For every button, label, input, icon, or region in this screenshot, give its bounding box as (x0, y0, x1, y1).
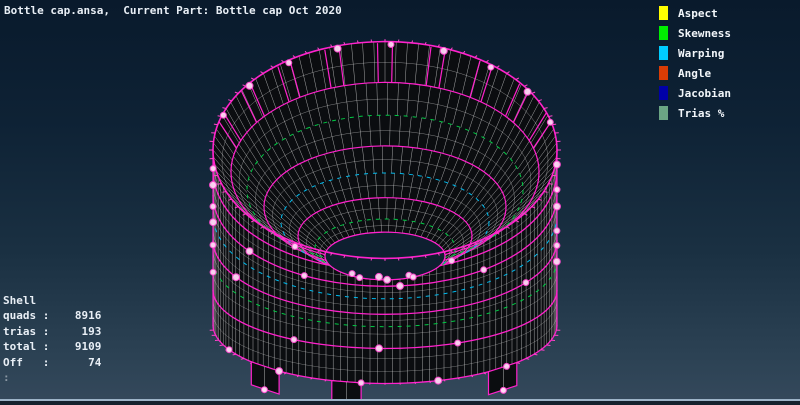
stats-label: Off : (3, 355, 50, 369)
stats-label: total : (3, 340, 50, 353)
legend-label: Angle (678, 66, 712, 80)
legend-color-swatch (659, 66, 668, 80)
legend-item-aspect[interactable]: Aspect (659, 3, 731, 23)
stats-title: Shell (3, 294, 37, 307)
legend-label: Skewness (678, 26, 731, 40)
legend-item-jacobian[interactable]: Jacobian (659, 83, 731, 103)
legend-color-swatch (659, 46, 668, 60)
stats-label: quads : (3, 309, 50, 322)
stats-label: trias : (3, 324, 50, 338)
stats-value: 9109 (74, 340, 102, 353)
legend-item-warping[interactable]: Warping (659, 43, 731, 63)
legend-label: Aspect (678, 6, 718, 20)
legend-color-swatch (659, 86, 668, 100)
stats-value: 193 (81, 324, 102, 338)
quality-criteria-legend: Aspect Skewness Warping Angle Jacobian T… (659, 3, 731, 123)
stats-value: 74 (88, 355, 102, 369)
command-prompt[interactable]: : (3, 370, 101, 385)
legend-label: Jacobian (678, 86, 731, 100)
stats-row-trias: trias : 193 (3, 324, 101, 340)
stats-row-total: total : 9109 (3, 339, 101, 355)
legend-label: Trias % (678, 106, 725, 120)
stats-row-off: Off : 74 (3, 355, 101, 371)
legend-item-trias[interactable]: Trias % (659, 103, 731, 123)
stats-row-quads: quads : 8916 (3, 308, 101, 324)
ansa-window: Bottle cap.ansa, Current Part: Bottle ca… (0, 0, 800, 405)
window-title: Bottle cap.ansa, Current Part: Bottle ca… (4, 4, 342, 17)
stats-value: 8916 (74, 309, 102, 322)
shell-statistics-panel: Shell quads : 8916 trias : 193 total : 9… (3, 293, 101, 385)
legend-label: Warping (678, 46, 725, 60)
legend-item-angle[interactable]: Angle (659, 63, 731, 83)
window-bottom-edge (0, 401, 800, 405)
legend-item-skewness[interactable]: Skewness (659, 23, 731, 43)
legend-color-swatch (659, 26, 668, 40)
legend-color-swatch (659, 106, 668, 120)
legend-color-swatch (659, 6, 668, 20)
